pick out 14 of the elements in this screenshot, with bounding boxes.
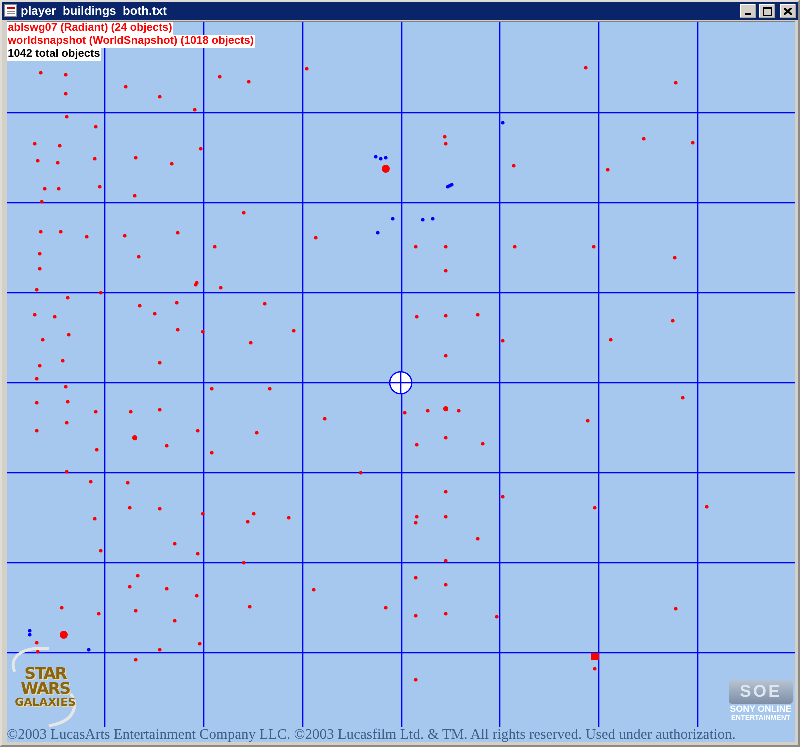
- publisher-logo: SOE: [729, 680, 793, 704]
- close-icon: [784, 8, 792, 15]
- copyright-notice: ©2003 LucasArts Entertainment Company LLC. ©2003 Lucasfilm Ltd. & TM. All rights reserved. Used under authorization.: [7, 727, 736, 742]
- close-button[interactable]: [780, 4, 796, 18]
- document-icon: [4, 4, 18, 18]
- total-count: 1042 total objects: [7, 48, 102, 61]
- swoosh-icon: [9, 646, 79, 728]
- maximize-button[interactable]: [759, 4, 775, 18]
- window-title: player_buildings_both.txt: [21, 4, 168, 18]
- minimize-button[interactable]: [740, 4, 756, 18]
- game-logo-text: STAR WARS GALAXIES: [15, 666, 76, 709]
- layer-label: worldsnapshot (WorldSnapshot) (1018 objects): [7, 35, 256, 48]
- publisher-name: SONY ONLINE: [730, 704, 792, 714]
- layer-label: ablswg07 (Radiant) (24 objects): [7, 22, 174, 35]
